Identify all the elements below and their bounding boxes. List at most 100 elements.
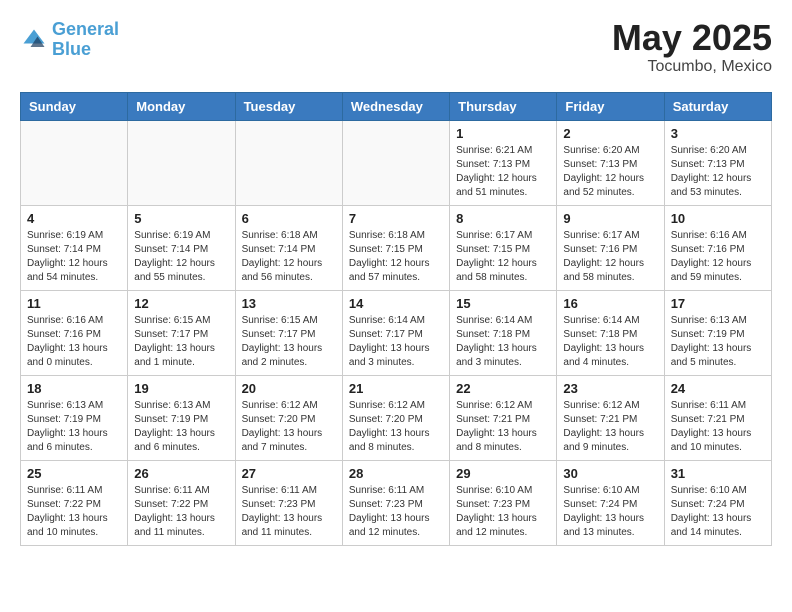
day-number: 29	[456, 466, 550, 481]
day-info: and 54 minutes.	[27, 271, 121, 285]
day-info: Sunrise: 6:17 AM	[456, 229, 550, 243]
title-block: May 2025 Tocumbo, Mexico	[612, 20, 772, 76]
calendar-cell: 8Sunrise: 6:17 AMSunset: 7:15 PMDaylight…	[450, 206, 557, 291]
day-info: and 12 minutes.	[349, 526, 443, 540]
day-info: Sunrise: 6:13 AM	[671, 314, 765, 328]
day-info: Sunset: 7:18 PM	[563, 328, 657, 342]
day-info: Sunrise: 6:14 AM	[563, 314, 657, 328]
day-number: 7	[349, 211, 443, 226]
day-info: Sunset: 7:15 PM	[456, 243, 550, 257]
calendar-cell: 11Sunrise: 6:16 AMSunset: 7:16 PMDayligh…	[21, 291, 128, 376]
day-info: Sunset: 7:20 PM	[242, 413, 336, 427]
day-number: 30	[563, 466, 657, 481]
day-info: Sunset: 7:19 PM	[27, 413, 121, 427]
day-info: Daylight: 12 hours	[671, 257, 765, 271]
day-info: Sunrise: 6:18 AM	[242, 229, 336, 243]
calendar-cell: 23 Sunrise: 6:12 AMSunset: 7:21 PMDayligh…	[557, 376, 664, 461]
day-info: Sunset: 7:14 PM	[27, 243, 121, 257]
day-info: Daylight: 13 hours	[134, 342, 228, 356]
day-info: Sunrise: 6:12 AM	[349, 399, 443, 413]
day-info: Sunset: 7:21 PM	[563, 413, 657, 427]
day-info: Sunrise: 6:12 AM	[242, 399, 336, 413]
day-info: Daylight: 13 hours	[242, 427, 336, 441]
day-info: and 58 minutes.	[563, 271, 657, 285]
day-info: Sunrise: 6:14 AM	[456, 314, 550, 328]
day-info: Sunrise: 6:10 AM	[456, 484, 550, 498]
day-info: Sunrise: 6:12 AM	[563, 399, 657, 413]
day-number: 17	[671, 296, 765, 311]
day-number: 13	[242, 296, 336, 311]
day-info: Sunrise: 6:15 AM	[242, 314, 336, 328]
day-info: Sunset: 7:16 PM	[27, 328, 121, 342]
day-number: 24	[671, 381, 765, 396]
day-info: Sunset: 7:23 PM	[349, 498, 443, 512]
calendar-cell: 24Sunrise: 6:11 AMSunset: 7:21 PMDayligh…	[664, 376, 771, 461]
weekday-header-monday: Monday	[128, 93, 235, 121]
weekday-header-friday: Friday	[557, 93, 664, 121]
calendar-cell: 25Sunrise: 6:11 AMSunset: 7:22 PMDayligh…	[21, 461, 128, 546]
day-info: Sunset: 7:16 PM	[671, 243, 765, 257]
day-info: Daylight: 13 hours	[456, 342, 550, 356]
day-number: 28	[349, 466, 443, 481]
day-number: 23	[563, 381, 657, 396]
day-info: Sunrise: 6:13 AM	[27, 399, 121, 413]
calendar-cell: 6Sunrise: 6:18 AMSunset: 7:14 PMDaylight…	[235, 206, 342, 291]
day-info: Sunset: 7:17 PM	[242, 328, 336, 342]
day-info: Sunset: 7:19 PM	[671, 328, 765, 342]
day-number: 2	[563, 126, 657, 141]
day-info: Sunset: 7:15 PM	[349, 243, 443, 257]
calendar-cell: 4Sunrise: 6:19 AMSunset: 7:14 PMDaylight…	[21, 206, 128, 291]
calendar-cell: 3Sunrise: 6:20 AMSunset: 7:13 PMDaylight…	[664, 121, 771, 206]
day-number: 20	[242, 381, 336, 396]
calendar-cell: 14Sunrise: 6:14 AMSunset: 7:17 PMDayligh…	[342, 291, 449, 376]
weekday-header-row: SundayMondayTuesdayWednesdayThursdayFrid…	[21, 93, 772, 121]
calendar-cell: 28 Sunrise: 6:11 AMSunset: 7:23 PMDayligh…	[342, 461, 449, 546]
day-info: Sunrise: 6:12 AM	[456, 399, 550, 413]
day-info: Sunrise: 6:21 AM	[456, 144, 550, 158]
day-info: Sunrise: 6:11 AM	[242, 484, 336, 498]
calendar-cell: 20 Sunrise: 6:12 AMSunset: 7:20 PMDayligh…	[235, 376, 342, 461]
day-info: Daylight: 12 hours	[563, 172, 657, 186]
day-info: Sunrise: 6:20 AM	[671, 144, 765, 158]
day-info: and 0 minutes.	[27, 356, 121, 370]
day-number: 11	[27, 296, 121, 311]
calendar-cell: 2Sunrise: 6:20 AMSunset: 7:13 PMDaylight…	[557, 121, 664, 206]
day-number: 12	[134, 296, 228, 311]
calendar-cell: 26Sunrise: 6:11 AMSunset: 7:22 PMDayligh…	[128, 461, 235, 546]
day-info: Daylight: 13 hours	[563, 427, 657, 441]
day-number: 27	[242, 466, 336, 481]
day-info: Daylight: 13 hours	[134, 512, 228, 526]
logo-icon	[20, 26, 48, 54]
day-info: Daylight: 13 hours	[349, 512, 443, 526]
day-info: Daylight: 12 hours	[456, 172, 550, 186]
week-row-4: 18Sunrise: 6:13 AMSunset: 7:19 PMDayligh…	[21, 376, 772, 461]
calendar-cell: 10Sunrise: 6:16 AMSunset: 7:16 PMDayligh…	[664, 206, 771, 291]
week-row-3: 11Sunrise: 6:16 AMSunset: 7:16 PMDayligh…	[21, 291, 772, 376]
day-info: and 53 minutes.	[671, 186, 765, 200]
calendar-cell: 27Sunrise: 6:11 AMSunset: 7:23 PMDayligh…	[235, 461, 342, 546]
day-info: and 2 minutes.	[242, 356, 336, 370]
day-number: 25	[27, 466, 121, 481]
day-info: Sunrise: 6:19 AM	[134, 229, 228, 243]
day-number: 14	[349, 296, 443, 311]
day-info: Sunrise: 6:17 AM	[563, 229, 657, 243]
calendar-cell: 15Sunrise: 6:14 AMSunset: 7:18 PMDayligh…	[450, 291, 557, 376]
day-info: Sunrise: 6:10 AM	[563, 484, 657, 498]
calendar-cell	[342, 121, 449, 206]
week-row-2: 4Sunrise: 6:19 AMSunset: 7:14 PMDaylight…	[21, 206, 772, 291]
day-info: Daylight: 13 hours	[671, 342, 765, 356]
weekday-header-saturday: Saturday	[664, 93, 771, 121]
day-info: Sunrise: 6:11 AM	[349, 484, 443, 498]
day-info: and 3 minutes.	[456, 356, 550, 370]
calendar-cell: 17 Sunrise: 6:13 AMSunset: 7:19 PMDayligh…	[664, 291, 771, 376]
day-info: Sunset: 7:22 PM	[27, 498, 121, 512]
day-info: Sunset: 7:20 PM	[349, 413, 443, 427]
day-number: 8	[456, 211, 550, 226]
calendar-cell: 1Sunrise: 6:21 AMSunset: 7:13 PMDaylight…	[450, 121, 557, 206]
day-info: and 10 minutes.	[27, 526, 121, 540]
day-info: Daylight: 13 hours	[27, 342, 121, 356]
day-info: and 52 minutes.	[563, 186, 657, 200]
day-info: Sunset: 7:13 PM	[671, 158, 765, 172]
calendar-cell	[235, 121, 342, 206]
week-row-1: 1Sunrise: 6:21 AMSunset: 7:13 PMDaylight…	[21, 121, 772, 206]
